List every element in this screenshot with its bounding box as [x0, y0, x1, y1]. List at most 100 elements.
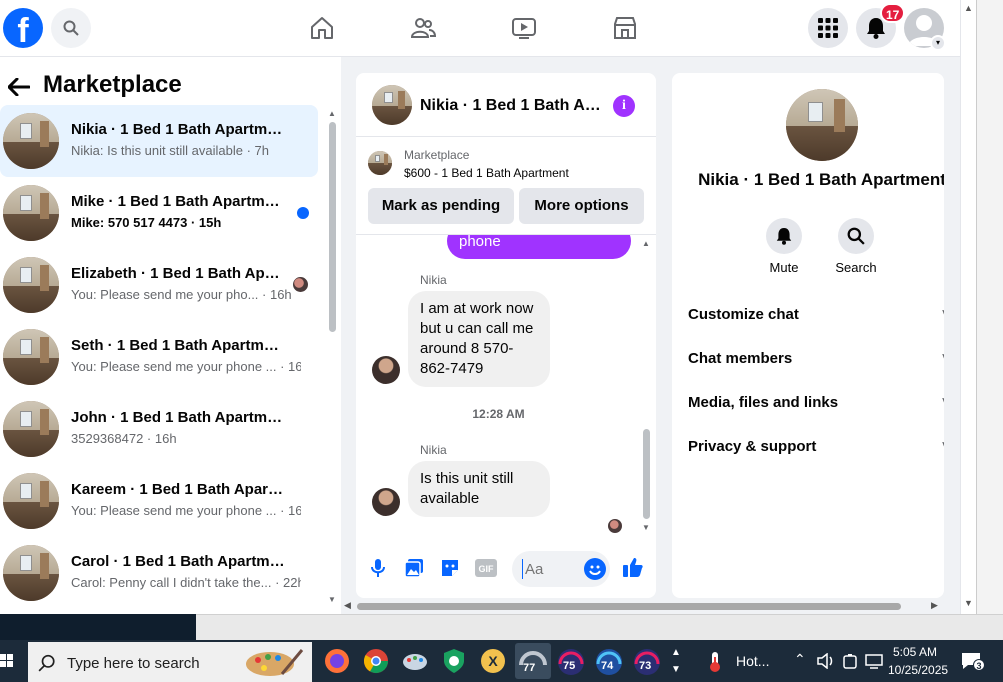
- message-timestamp: 12:28 AM: [472, 407, 525, 421]
- windows-start-icon[interactable]: [0, 651, 14, 671]
- conversation-item[interactable]: Seth · 1 Bed 1 Bath Apartment You: Please…: [0, 321, 318, 393]
- chat-scrollbar[interactable]: ▲ ▼: [640, 235, 652, 533]
- scroll-right-arrow-icon[interactable]: ▶: [931, 600, 938, 611]
- mute-label: Mute: [769, 260, 799, 275]
- nav-watch[interactable]: [510, 14, 538, 42]
- message-thread[interactable]: phone Nikia I am at work now but u can c…: [356, 235, 656, 540]
- chevron-down-icon[interactable]: ▾: [930, 35, 946, 51]
- message-composer: GIF: [356, 545, 656, 593]
- sender-avatar[interactable]: [372, 488, 400, 516]
- mark-pending-button[interactable]: Mark as pending: [368, 188, 514, 224]
- thermometer-icon[interactable]: [705, 651, 725, 678]
- message-input-box[interactable]: [512, 551, 610, 587]
- scroll-down-arrow-icon[interactable]: ▼: [964, 598, 973, 608]
- search-action[interactable]: Search: [826, 218, 886, 275]
- weather-app-73[interactable]: 73: [631, 646, 663, 678]
- more-options-button[interactable]: More options: [519, 188, 644, 224]
- firefox-icon[interactable]: [322, 646, 352, 676]
- desktop-background: [0, 614, 196, 640]
- conversation-item[interactable]: Kareem · 1 Bed 1 Bath Apartment You: Plea…: [0, 465, 318, 537]
- weather-app-75[interactable]: 75: [555, 646, 587, 678]
- outgoing-message[interactable]: phone: [447, 235, 631, 259]
- scroll-left-arrow-icon[interactable]: ◀: [344, 600, 351, 611]
- chat-avatar[interactable]: [372, 85, 412, 125]
- conversation-item[interactable]: Carol · 1 Bed 1 Bath Apartment Carol: Pen…: [0, 537, 318, 609]
- info-icon[interactable]: i: [613, 95, 635, 117]
- network-icon[interactable]: [865, 653, 883, 669]
- nav-friends[interactable]: [409, 14, 437, 42]
- conversation-item[interactable]: Mike · 1 Bed 1 Bath Apartment Mike: 570 5…: [0, 177, 318, 249]
- taskbar-search[interactable]: Type here to search: [28, 642, 312, 682]
- sidebar-scrollbar[interactable]: ▲ ▼: [326, 107, 338, 614]
- search-icon: [38, 654, 55, 672]
- menu-chat-members[interactable]: Chat members ˅: [688, 350, 944, 367]
- menu-button[interactable]: [808, 8, 848, 48]
- conversation-snippet: Mike: 570 517 4473 · 15h: [71, 215, 222, 230]
- conversation-item[interactable]: John · 1 Bed 1 Bath Apartment 3529368472 …: [0, 393, 318, 465]
- page-title: Marketplace: [43, 71, 182, 98]
- background-window-edge: [976, 0, 1003, 640]
- listing-card: Marketplace $600 - 1 Bed 1 Bath Apartmen…: [356, 137, 656, 235]
- scrollbar-thumb[interactable]: [329, 122, 336, 332]
- horizontal-scrollbar[interactable]: ◀ ▶: [341, 598, 943, 614]
- emoji-icon[interactable]: [584, 558, 606, 580]
- unread-dot: [297, 207, 309, 219]
- info-name: Nikia · 1 Bed 1 Bath Apartment: [698, 170, 944, 189]
- search-icon[interactable]: [838, 218, 874, 254]
- weather-app-74[interactable]: 74: [593, 646, 625, 678]
- mute-action[interactable]: Mute: [754, 218, 814, 275]
- chrome-icon[interactable]: [361, 646, 391, 676]
- battery-icon[interactable]: [843, 653, 857, 669]
- microphone-icon[interactable]: [367, 557, 389, 579]
- clock-date[interactable]: 10/25/2025: [888, 663, 948, 677]
- bell-icon[interactable]: [766, 218, 802, 254]
- weather-text[interactable]: Hot...: [736, 653, 769, 669]
- conversation-item[interactable]: Elizabeth · 1 Bed 1 Bath Apartment You: P…: [0, 249, 318, 321]
- windows-taskbar: Type here to search X 77 75 74 73 ▲ ▼ Hot…: [0, 640, 1003, 682]
- incoming-message[interactable]: Is this unit still available: [408, 461, 550, 517]
- listing-thumbnail[interactable]: [368, 151, 392, 175]
- sticker-icon[interactable]: [439, 557, 461, 579]
- paint-palette-icon: [242, 646, 304, 678]
- back-arrow-icon[interactable]: [7, 75, 31, 103]
- paint-icon[interactable]: [400, 646, 430, 676]
- app-icon[interactable]: X: [478, 646, 508, 676]
- scrollbar-thumb[interactable]: [643, 429, 650, 519]
- chat-info-panel: Nikia · 1 Bed 1 Bath Apartment Mute Sear…: [672, 73, 944, 598]
- page-scrollbar[interactable]: ▲ ▼: [960, 0, 976, 614]
- search-button[interactable]: [51, 8, 91, 48]
- menu-label: Chat members: [688, 350, 793, 367]
- facebook-logo[interactable]: f: [3, 8, 43, 48]
- nav-marketplace[interactable]: [611, 14, 639, 42]
- photo-icon[interactable]: [403, 557, 425, 579]
- scroll-down-arrow-icon[interactable]: ▼: [642, 523, 650, 532]
- thumbs-up-icon[interactable]: [622, 556, 644, 578]
- weather-app-77[interactable]: 77: [515, 643, 551, 679]
- incoming-message[interactable]: I am at work now but u can call me aroun…: [408, 291, 550, 387]
- nav-home[interactable]: [308, 14, 336, 42]
- scroll-up-arrow-icon[interactable]: ▲: [328, 109, 336, 118]
- listing-price[interactable]: $600 - 1 Bed 1 Bath Apartment: [404, 166, 569, 180]
- shield-app-icon[interactable]: [439, 646, 469, 676]
- tray-chevron-up-icon[interactable]: ⌃: [794, 651, 806, 668]
- menu-media-files[interactable]: Media, files and links ˅: [688, 394, 944, 411]
- menu-privacy-support[interactable]: Privacy & support ˅: [688, 438, 944, 455]
- chat-title[interactable]: Nikia · 1 Bed 1 Bath Apartment: [420, 97, 605, 115]
- info-avatar[interactable]: [786, 89, 858, 161]
- speaker-icon[interactable]: [817, 653, 835, 669]
- scroll-down-arrow-icon[interactable]: ▼: [328, 595, 336, 604]
- taskbar-overflow-arrows[interactable]: ▲ ▼: [671, 644, 681, 678]
- message-input[interactable]: [522, 559, 582, 579]
- svg-text:GIF: GIF: [479, 564, 495, 574]
- gif-icon[interactable]: GIF: [475, 557, 497, 579]
- friends-icon: [410, 18, 436, 38]
- menu-customize-chat[interactable]: Customize chat ˅: [688, 306, 944, 323]
- scroll-up-arrow-icon[interactable]: ▲: [642, 239, 650, 248]
- scrollbar-thumb[interactable]: [357, 603, 901, 610]
- scroll-up-arrow-icon[interactable]: ▲: [964, 3, 973, 13]
- marketplace-icon: [614, 17, 636, 39]
- sender-avatar[interactable]: [372, 356, 400, 384]
- conversation-item[interactable]: Nikia · 1 Bed 1 Bath Apartment Nikia: Is …: [0, 105, 318, 177]
- clock-time[interactable]: 5:05 AM: [893, 645, 937, 659]
- notification-center-icon[interactable]: 3: [960, 651, 985, 671]
